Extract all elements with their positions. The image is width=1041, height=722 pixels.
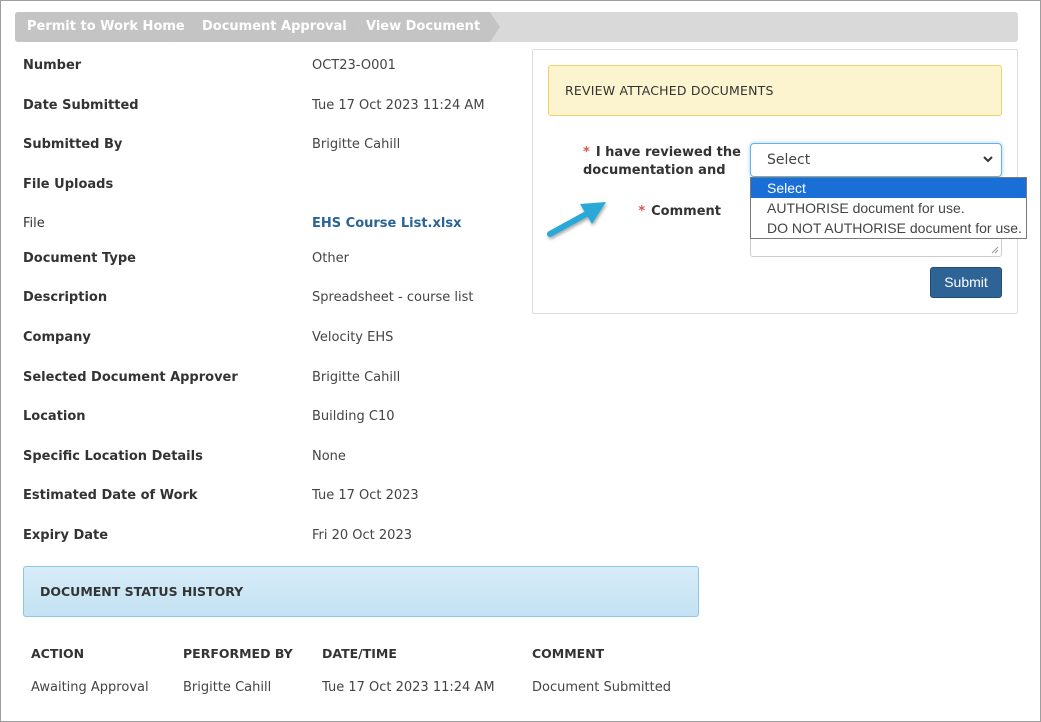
status-history-header: DOCUMENT STATUS HISTORY	[23, 566, 699, 617]
detail-row-number: Number OCT23-O001	[23, 58, 523, 78]
resize-handle-icon[interactable]	[991, 246, 999, 254]
option-authorise[interactable]: AUTHORISE document for use.	[751, 198, 1026, 218]
detail-label: File	[23, 216, 45, 231]
detail-value: Fri 20 Oct 2023	[312, 528, 412, 543]
required-marker: *	[583, 145, 590, 160]
detail-label: Expiry Date	[23, 528, 109, 543]
detail-row-location: Location Building C10	[23, 409, 523, 429]
detail-value: None	[312, 449, 346, 464]
detail-row-specific-location: Specific Location Details None	[23, 449, 523, 469]
detail-row-estimated-date: Estimated Date of Work Tue 17 Oct 2023	[23, 488, 523, 508]
detail-value: Brigitte Cahill	[312, 370, 401, 385]
column-header-performed-by: PERFORMED BY	[183, 646, 293, 661]
detail-row-submitted-by: Submitted By Brigitte Cahill	[23, 137, 523, 157]
detail-row-description: Description Spreadsheet - course list	[23, 290, 523, 310]
breadcrumb-view-document: View Document	[366, 19, 481, 34]
status-history-title: DOCUMENT STATUS HISTORY	[40, 584, 244, 599]
detail-value: Tue 17 Oct 2023	[312, 488, 419, 503]
review-decision-select[interactable]: Select	[750, 143, 1002, 177]
review-decision-options: Select AUTHORISE document for use. DO NO…	[750, 177, 1027, 239]
detail-label: Document Type	[23, 251, 136, 266]
breadcrumb-document-approval[interactable]: Document Approval	[202, 12, 347, 42]
reviewed-label-line1: I have reviewed the	[595, 145, 741, 160]
detail-row-date-submitted: Date Submitted Tue 17 Oct 2023 11:24 AM	[23, 98, 523, 118]
reviewed-label: * I have reviewed the documentation and	[583, 144, 741, 180]
breadcrumb-permit-home[interactable]: Permit to Work Home	[27, 12, 185, 42]
detail-value: OCT23-O001	[312, 58, 396, 73]
detail-label: Selected Document Approver	[23, 370, 238, 385]
history-cell-action: Awaiting Approval	[31, 680, 149, 695]
column-header-comment: COMMENT	[532, 646, 605, 661]
detail-value: Spreadsheet - course list	[312, 290, 474, 305]
detail-label: Submitted By	[23, 137, 123, 152]
file-link[interactable]: EHS Course List.xlsx	[312, 216, 461, 231]
detail-row-file: File EHS Course List.xlsx	[23, 216, 523, 236]
detail-label: Company	[23, 330, 91, 345]
detail-value: Brigitte Cahill	[312, 137, 401, 152]
detail-value: Tue 17 Oct 2023 11:24 AM	[312, 98, 485, 113]
detail-label: Number	[23, 58, 82, 73]
detail-row-expiry-date: Expiry Date Fri 20 Oct 2023	[23, 528, 523, 548]
detail-row-company: Company Velocity EHS	[23, 330, 523, 350]
pointer-arrow-icon	[547, 202, 606, 237]
detail-label: Specific Location Details	[23, 449, 203, 464]
review-header-title: REVIEW ATTACHED DOCUMENTS	[565, 83, 774, 98]
detail-label: Description	[23, 290, 108, 305]
detail-row-file-uploads: File Uploads	[23, 177, 523, 197]
history-cell-comment: Document Submitted	[532, 680, 671, 695]
option-do-not-authorise[interactable]: DO NOT AUTHORISE document for use.	[751, 218, 1026, 238]
history-cell-performed-by: Brigitte Cahill	[183, 680, 272, 695]
comment-label-text: Comment	[651, 204, 721, 219]
detail-label: Estimated Date of Work	[23, 488, 198, 503]
detail-value: Other	[312, 251, 349, 266]
option-select[interactable]: Select	[751, 178, 1026, 198]
detail-label: Date Submitted	[23, 98, 139, 113]
detail-label: Location	[23, 409, 86, 424]
required-marker: *	[638, 204, 646, 219]
review-header: REVIEW ATTACHED DOCUMENTS	[548, 65, 1002, 116]
detail-row-document-type: Document Type Other	[23, 251, 523, 271]
chevron-down-icon	[983, 156, 993, 163]
breadcrumb: Permit to Work Home Document Approval Vi…	[15, 12, 1018, 42]
reviewed-label-line2: documentation and	[583, 163, 726, 178]
column-header-datetime: DATE/TIME	[322, 646, 397, 661]
column-header-action: ACTION	[31, 646, 85, 661]
detail-value: Building C10	[312, 409, 395, 424]
history-cell-datetime: Tue 17 Oct 2023 11:24 AM	[322, 680, 495, 695]
select-value: Select	[767, 152, 811, 168]
detail-row-approver: Selected Document Approver Brigitte Cahi…	[23, 370, 523, 390]
detail-value: Velocity EHS	[312, 330, 394, 345]
detail-label: File Uploads	[23, 177, 114, 192]
submit-button[interactable]: Submit	[930, 267, 1002, 298]
comment-label: * Comment	[633, 203, 721, 221]
